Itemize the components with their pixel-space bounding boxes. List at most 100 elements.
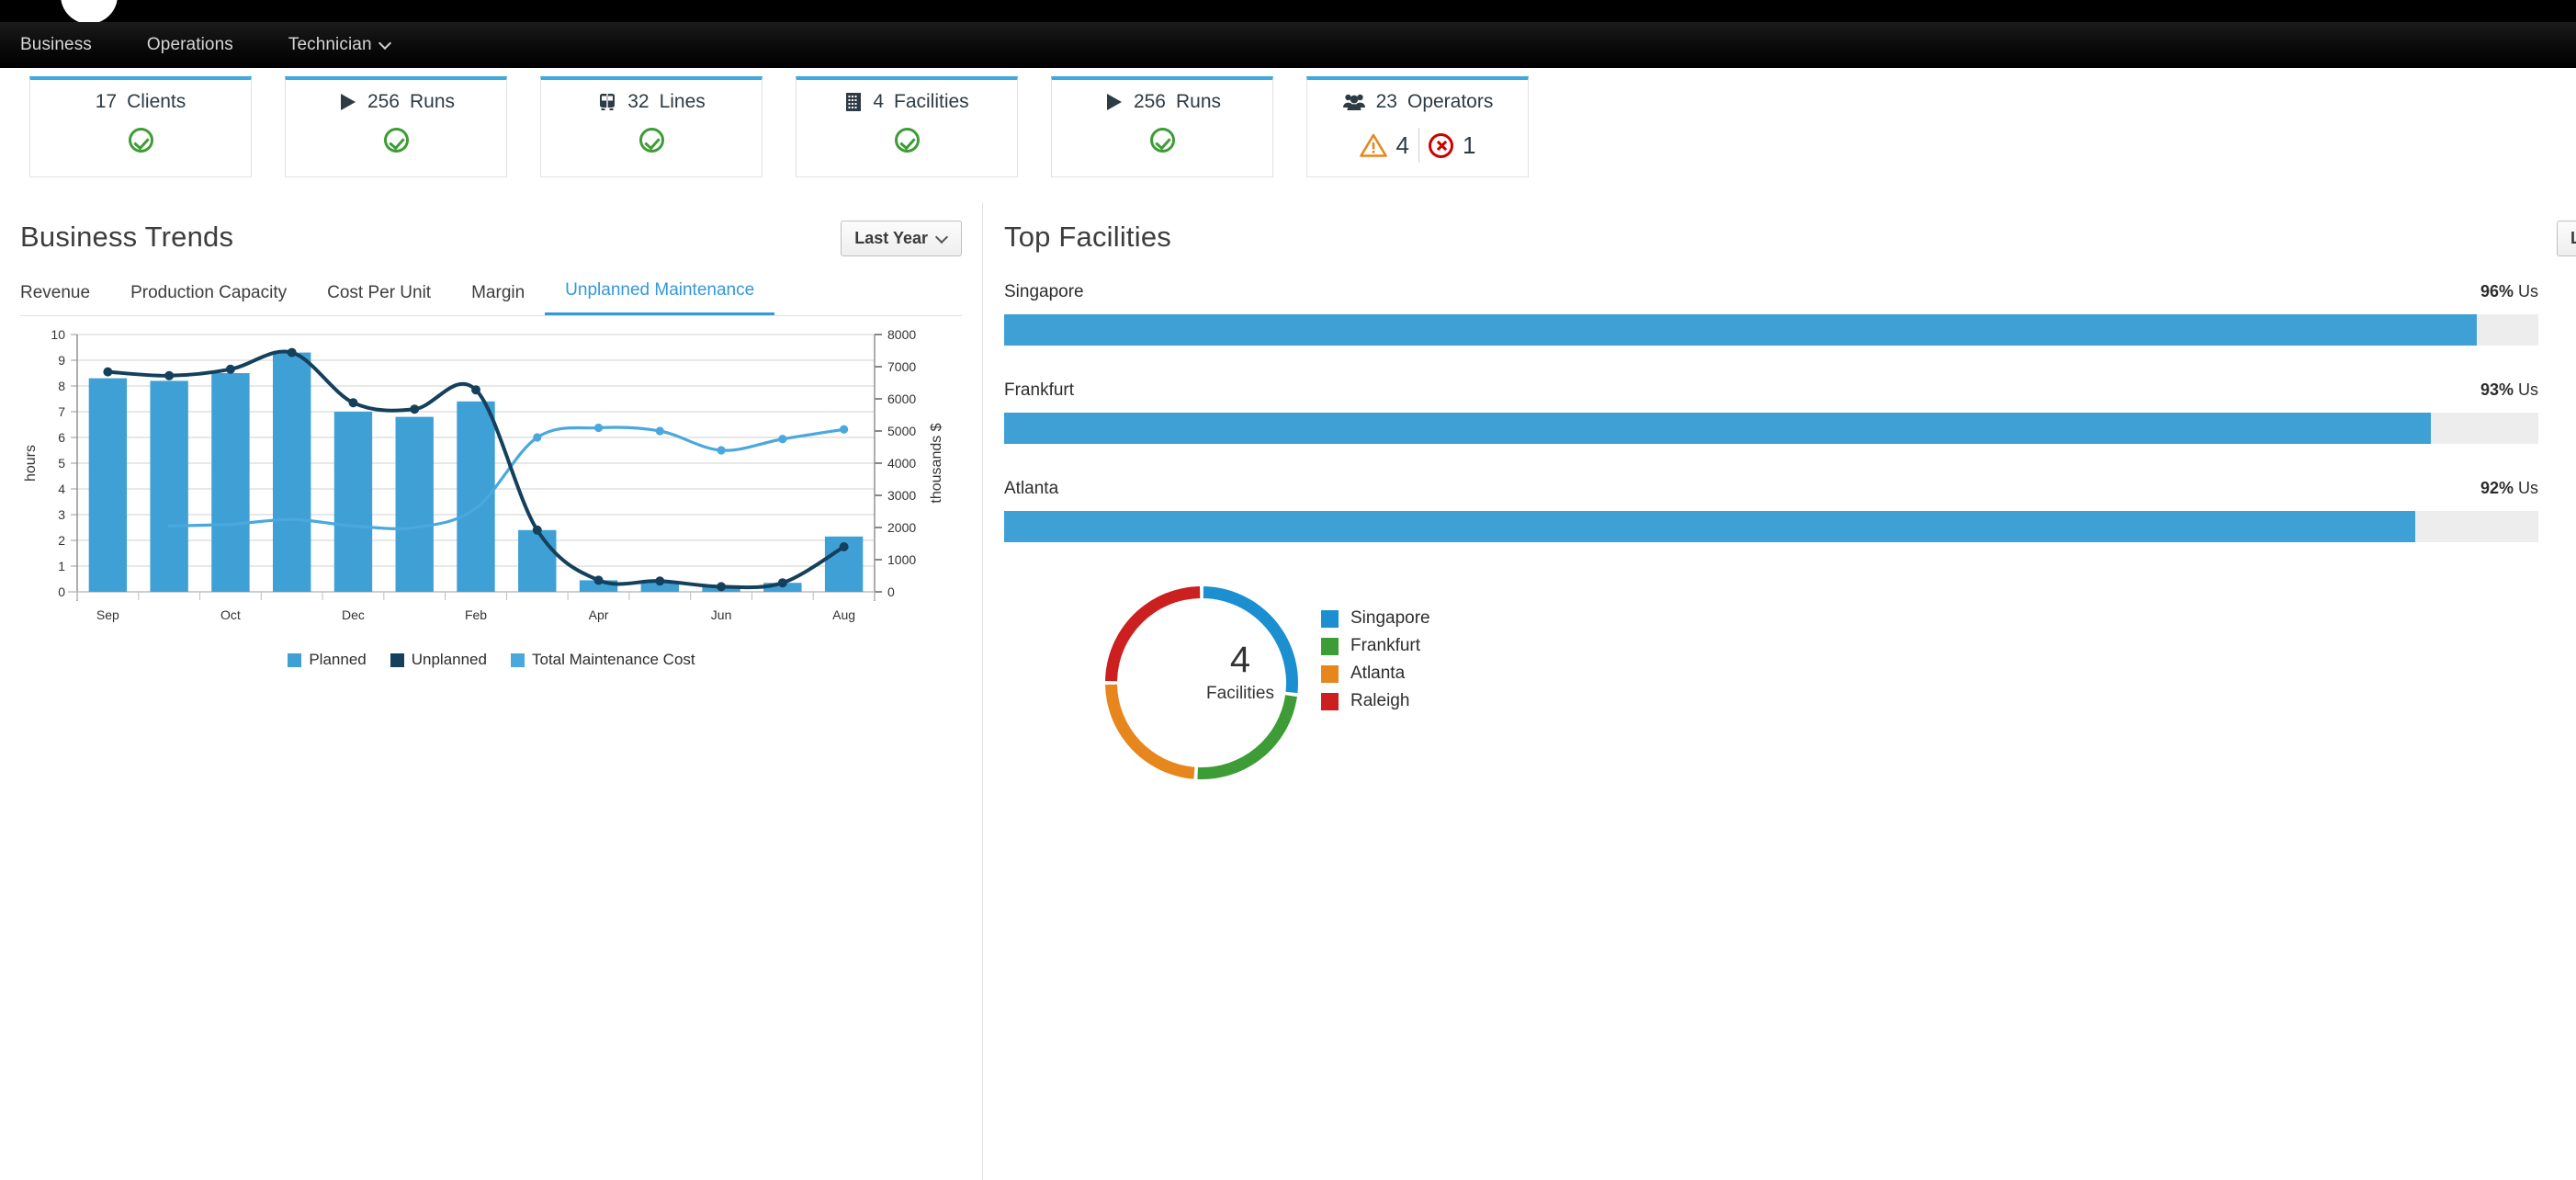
business-trends-panel: Business Trends Last Year Revenue Produc… — [0, 202, 983, 1180]
page-bottom-cut — [0, 1156, 2576, 1180]
check-circle-icon — [1149, 128, 1175, 153]
chart-legend: Planned Unplanned Total Maintenance Cost — [20, 651, 963, 669]
nav-item-business[interactable]: Business — [20, 35, 92, 55]
check-circle-icon — [638, 128, 664, 153]
nav-item-technician[interactable]: Technician — [288, 35, 391, 55]
svg-text:10: 10 — [51, 327, 65, 342]
kpi-card-runs-1[interactable]: 256 Runs — [285, 76, 507, 177]
train-icon — [600, 94, 616, 110]
facilities-donut-chart[interactable]: 4 Facilities Singapore Frankfurt Atlanta… — [1004, 577, 2576, 816]
legend-item-unplanned[interactable]: Unplanned — [390, 651, 487, 669]
donut-legend-item-frankfurt[interactable]: Frankfurt — [1321, 636, 1430, 656]
facility-usage-pct: 96% Us — [2480, 282, 2538, 301]
donut-swatch-frankfurt — [1321, 637, 1339, 655]
nav-item-operations[interactable]: Operations — [147, 35, 233, 55]
facilities-range-dropdown[interactable]: Last Month — [2557, 221, 2576, 256]
svg-text:6: 6 — [58, 430, 65, 445]
tab-production-capacity[interactable]: Production Capacity — [110, 283, 307, 315]
donut-legend-label-atlanta: Atlanta — [1350, 664, 1406, 683]
kpi-lines-label: Lines — [659, 91, 706, 112]
status-divider — [1418, 128, 1419, 163]
svg-text:1: 1 — [58, 559, 65, 573]
list-item[interactable]: Singapore 96% Us — [1004, 282, 2576, 346]
unplanned-maintenance-chart[interactable]: 0 1 2 3 4 5 6 7 8 9 10 0 1000 2000 3000 4000 5000 6000 700… — [20, 327, 963, 695]
donut-swatch-singapore — [1321, 609, 1339, 628]
check-circle-icon — [383, 128, 409, 153]
donut-slice-frankfurt[interactable] — [1197, 695, 1297, 779]
chevron-down-icon — [380, 38, 391, 49]
list-item[interactable]: Atlanta 92% Us — [1004, 479, 2576, 542]
nav-item-operations-label: Operations — [146, 35, 233, 54]
top-black-strip — [0, 0, 2576, 24]
top-facilities-panel: Top Facilities Last Month Singapore 96% … — [984, 202, 2576, 1180]
svg-text:6000: 6000 — [887, 391, 916, 406]
svg-text:8: 8 — [58, 379, 65, 393]
facility-usage-fill — [1004, 314, 2478, 346]
kpi-lines-head: 32 Lines — [597, 91, 706, 113]
donut-legend-item-atlanta[interactable]: Atlanta — [1321, 664, 1430, 684]
facilities-range-value: Last Month — [2570, 229, 2576, 247]
kpi-runs-2-label: Runs — [1176, 91, 1222, 112]
kpi-card-facilities[interactable]: 4 Facilities — [796, 76, 1018, 177]
kpi-lines-status — [638, 128, 664, 153]
svg-text:3000: 3000 — [887, 488, 916, 503]
app-logo-icon — [61, 0, 118, 24]
svg-text:8000: 8000 — [887, 327, 916, 342]
legend-swatch-unplanned — [390, 652, 404, 667]
facility-usage-fill — [1004, 511, 2416, 542]
svg-text:0: 0 — [887, 584, 895, 599]
svg-text:Jun: Jun — [711, 607, 732, 622]
nav-item-technician-label: Technician — [288, 35, 372, 54]
legend-item-total-maintenance-cost[interactable]: Total Maintenance Cost — [510, 651, 695, 669]
svg-text:Sep: Sep — [96, 607, 119, 622]
kpi-facilities-label: Facilities — [894, 91, 969, 112]
kpi-clients-value: 17 — [95, 91, 118, 112]
tab-unplanned-maintenance[interactable]: Unplanned Maintenance — [545, 280, 775, 315]
donut-center-text: 4 Facilities — [1176, 641, 1305, 704]
tab-margin[interactable]: Margin — [451, 283, 545, 315]
kpi-runs-1-value: 256 — [367, 91, 400, 112]
legend-swatch-total-cost — [510, 652, 525, 667]
svg-text:4000: 4000 — [887, 456, 916, 471]
svg-text:2000: 2000 — [887, 520, 916, 535]
tab-revenue[interactable]: Revenue — [20, 283, 110, 315]
kpi-card-clients[interactable]: 17 Clients — [29, 76, 252, 177]
tab-cost-per-unit[interactable]: Cost Per Unit — [307, 283, 451, 315]
svg-text:4: 4 — [58, 482, 65, 496]
kpi-clients-status — [128, 128, 153, 153]
donut-swatch-atlanta — [1321, 664, 1339, 683]
kpi-card-operators[interactable]: 23 Operators 4 1 — [1306, 76, 1529, 177]
kpi-operators-value: 23 — [1375, 91, 1397, 112]
legend-item-planned[interactable]: Planned — [288, 651, 367, 669]
donut-legend-item-singapore[interactable]: Singapore — [1321, 608, 1430, 629]
kpi-card-runs-2[interactable]: 256 Runs — [1051, 76, 1273, 177]
facility-name: Singapore — [1004, 282, 1084, 301]
donut-center-label: Facilities — [1206, 684, 1274, 703]
facility-usage-track — [1004, 413, 2538, 444]
legend-swatch-planned — [288, 652, 302, 667]
trends-range-dropdown[interactable]: Last Year — [841, 221, 962, 256]
kpi-card-lines[interactable]: 32 Lines — [540, 76, 763, 177]
donut-legend-item-raleigh[interactable]: Raleigh — [1321, 691, 1430, 711]
svg-text:2: 2 — [58, 533, 65, 548]
top-facilities-header: Top Facilities Last Month — [1004, 221, 2576, 256]
top-facilities-title: Top Facilities — [1004, 221, 1171, 253]
nav-item-business-label: Business — [20, 35, 92, 54]
page-title: Business Trends — [20, 221, 234, 253]
trends-range-value: Last Year — [854, 229, 928, 247]
legend-label-planned: Planned — [309, 651, 367, 668]
facility-name: Atlanta — [1004, 479, 1059, 498]
facility-usage-list: Singapore 96% Us Frankfurt 93% Us Atlant… — [1004, 282, 2576, 542]
facility-row-head: Frankfurt 93% Us — [1004, 380, 2538, 401]
svg-text:Dec: Dec — [342, 607, 365, 622]
donut-swatch-raleigh — [1321, 692, 1339, 710]
svg-text:hours: hours — [23, 445, 39, 482]
facility-usage-track — [1004, 314, 2538, 346]
legend-label-unplanned: Unplanned — [411, 651, 487, 668]
check-circle-icon — [128, 128, 153, 153]
play-icon — [340, 94, 356, 110]
list-item[interactable]: Frankfurt 93% Us — [1004, 380, 2576, 444]
svg-text:5000: 5000 — [887, 424, 916, 438]
building-icon — [846, 93, 862, 111]
svg-text:Feb: Feb — [465, 607, 487, 622]
